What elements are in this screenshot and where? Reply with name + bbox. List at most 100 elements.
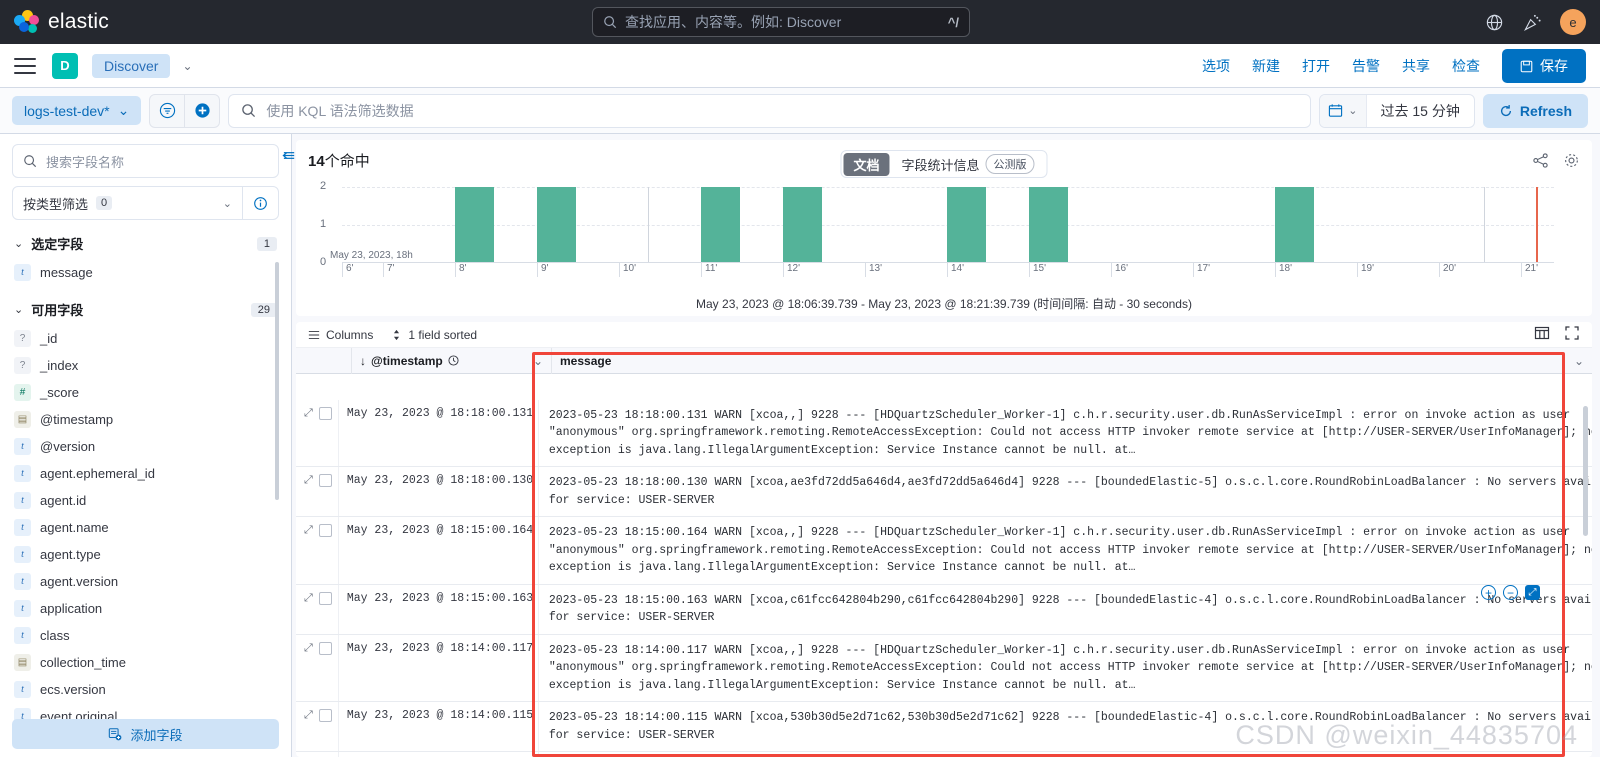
calendar-icon[interactable]: ⌄ <box>1320 94 1367 127</box>
save-button[interactable]: 保存 <box>1502 49 1586 83</box>
table-row[interactable]: ⤢ May 23, 2023 @ 18:15:00.164 2023-05-23… <box>296 517 1592 585</box>
gear-icon[interactable] <box>1563 152 1580 169</box>
refresh-button[interactable]: Refresh <box>1482 93 1588 128</box>
table-row[interactable]: ⤢ May 23, 2023 @ 18:12:00.131 2023-05-23… <box>296 752 1592 757</box>
nav-new[interactable]: 新建 <box>1252 56 1280 76</box>
collapse-sidebar-icon[interactable] <box>282 148 297 163</box>
field-item[interactable]: ? _index <box>12 352 279 379</box>
info-icon[interactable] <box>242 187 278 219</box>
breadcrumb[interactable]: Discover <box>92 53 171 78</box>
field-item[interactable]: t ecs.version <box>12 676 279 703</box>
add-filter-icon[interactable] <box>185 95 219 127</box>
filter-for-value-icon[interactable]: + <box>1481 585 1496 600</box>
field-item[interactable]: t agent.type <box>12 541 279 568</box>
kql-query-input[interactable]: 使用 KQL 语法筛选数据 <box>228 93 1312 128</box>
type-filter-select[interactable]: 按类型筛选 0 ⌄ <box>12 186 279 220</box>
table-header-timestamp-label: @timestamp <box>371 353 443 368</box>
field-item[interactable]: t agent.id <box>12 487 279 514</box>
nav-alerts[interactable]: 告警 <box>1352 56 1380 76</box>
chevron-down-icon[interactable]: ⌄ <box>533 354 543 368</box>
expand-row-icon[interactable]: ⤢ <box>304 642 313 655</box>
field-name: agent.type <box>40 547 101 562</box>
row-checkbox[interactable] <box>318 591 332 605</box>
add-field-button[interactable]: 添加字段 <box>12 719 279 749</box>
avatar[interactable]: e <box>1560 9 1586 35</box>
filter-controls <box>149 93 221 128</box>
field-item[interactable]: t agent.version <box>12 568 279 595</box>
nav-inspect[interactable]: 检查 <box>1452 56 1480 76</box>
time-range-label[interactable]: 过去 15 分钟 <box>1367 101 1474 121</box>
nav-open[interactable]: 打开 <box>1302 56 1330 76</box>
tab-field-statistics[interactable]: 字段统计信息 公测版 <box>892 152 1045 176</box>
field-item[interactable]: t application <box>12 595 279 622</box>
table-row[interactable]: ⤢ May 23, 2023 @ 18:14:00.117 2023-05-23… <box>296 634 1592 703</box>
row-checkbox[interactable] <box>318 641 332 655</box>
menu-toggle-icon[interactable] <box>14 57 36 74</box>
field-item[interactable]: ▤ collection_time <box>12 649 279 676</box>
expand-cell-icon[interactable]: ⤢ <box>1525 585 1540 600</box>
chevron-down-icon[interactable]: ⌄ <box>1574 354 1584 368</box>
global-search-placeholder: 查找应用、内容等。例如: Discover <box>625 14 842 30</box>
field-item[interactable]: ? _id <box>12 325 279 352</box>
global-search-input[interactable]: 查找应用、内容等。例如: Discover ^/ <box>592 7 970 37</box>
field-type-string-icon: t <box>14 438 31 455</box>
expand-row-icon[interactable]: ⤢ <box>304 592 313 605</box>
chevron-down-icon[interactable]: ⌄ <box>182 59 192 73</box>
search-icon <box>23 154 37 168</box>
table-row[interactable]: ⤢ May 23, 2023 @ 18:18:00.131 2023-05-23… <box>296 400 1592 468</box>
field-search-placeholder: 搜索字段名称 <box>46 154 125 170</box>
field-item[interactable]: # _score <box>12 379 279 406</box>
field-item[interactable]: t class <box>12 622 279 649</box>
x-tick: 6' <box>342 263 353 277</box>
columns-button[interactable]: Columns <box>308 328 373 342</box>
field-type-string-icon: t <box>14 627 31 644</box>
available-fields-title: 可用字段 <box>31 303 84 318</box>
field-item[interactable]: t @version <box>12 433 279 460</box>
sort-button[interactable]: 1 field sorted <box>391 328 477 342</box>
field-item[interactable]: ▤ @timestamp <box>12 406 279 433</box>
available-fields-header[interactable]: ⌄ 可用字段 29 <box>14 300 277 319</box>
beta-badge: 公测版 <box>985 154 1035 174</box>
filter-out-value-icon[interactable]: − <box>1503 585 1518 600</box>
app-header-actions: 选项 新建 打开 告警 共享 检查 保存 <box>1202 44 1586 88</box>
field-item[interactable]: t agent.ephemeral_id <box>12 460 279 487</box>
field-search-input[interactable]: 搜索字段名称 <box>12 144 279 178</box>
table-body[interactable]: ⤢ May 23, 2023 @ 18:18:00.131 2023-05-23… <box>296 400 1592 757</box>
row-checkbox[interactable] <box>318 524 332 538</box>
sidebar-scrollbar[interactable] <box>275 262 279 500</box>
celebration-icon[interactable] <box>1522 12 1542 32</box>
data-view-picker[interactable]: logs-test-dev* ⌄ <box>12 96 142 125</box>
add-field-label: 添加字段 <box>130 727 183 743</box>
search-shortcut-hint: ^/ <box>947 14 959 30</box>
table-row[interactable]: ⤢ May 23, 2023 @ 18:15:00.163 2023-05-23… <box>296 584 1592 635</box>
selected-fields-header[interactable]: ⌄ 选定字段 1 <box>14 234 277 253</box>
expand-row-icon[interactable]: ⤢ <box>304 407 313 420</box>
row-checkbox[interactable] <box>318 407 332 420</box>
share-chart-icon[interactable] <box>1532 152 1549 169</box>
table-row[interactable]: ⤢ May 23, 2023 @ 18:18:00.130 2023-05-23… <box>296 467 1592 518</box>
table-header-message[interactable]: message ⌄ <box>552 354 1592 368</box>
date-picker[interactable]: ⌄ 过去 15 分钟 <box>1319 93 1475 128</box>
elastic-logo-brand[interactable]: elastic <box>14 10 109 34</box>
field-item-message[interactable]: t message <box>12 259 279 286</box>
globe-icon[interactable] <box>1484 12 1504 32</box>
nav-options[interactable]: 选项 <box>1202 56 1230 76</box>
density-icon[interactable] <box>1534 325 1550 341</box>
row-checkbox[interactable] <box>318 709 332 723</box>
field-name: _index <box>40 358 79 373</box>
row-controls: ⤢ <box>296 400 339 467</box>
fullscreen-icon[interactable] <box>1564 325 1580 341</box>
expand-row-icon[interactable]: ⤢ <box>304 709 313 722</box>
table-header-timestamp[interactable]: ↓ @timestamp ⌄ <box>352 347 552 374</box>
expand-row-icon[interactable]: ⤢ <box>304 474 313 487</box>
expand-row-icon[interactable]: ⤢ <box>304 524 313 537</box>
table-scrollbar[interactable] <box>1583 406 1588 536</box>
histogram-plot[interactable]: 2 1 0 <box>320 180 1554 268</box>
hits-suffix: 个命中 <box>324 153 370 170</box>
x-tick: 13' <box>865 263 882 277</box>
filter-options-icon[interactable] <box>150 95 184 127</box>
field-item[interactable]: t agent.name <box>12 514 279 541</box>
nav-share[interactable]: 共享 <box>1402 56 1430 76</box>
tab-documents[interactable]: 文档 <box>843 152 890 176</box>
row-checkbox[interactable] <box>318 474 332 488</box>
